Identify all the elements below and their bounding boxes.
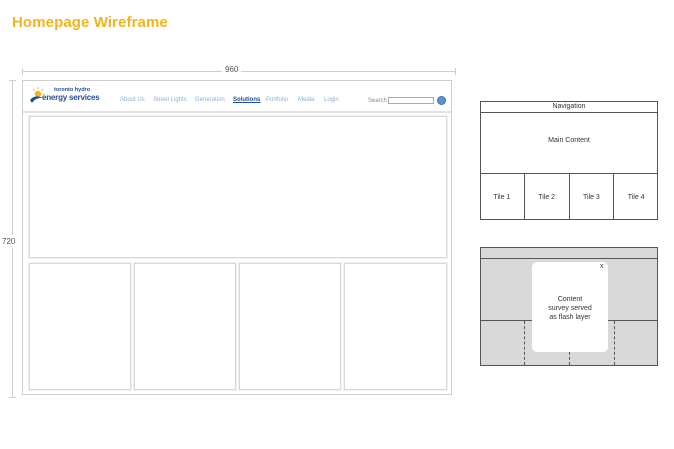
tile-panel-1	[29, 263, 131, 390]
nav-item-street-lights[interactable]: Street Lights	[153, 97, 187, 103]
legend-main-content-label: Main Content	[548, 137, 590, 144]
logo-line2: energy services	[42, 93, 100, 102]
tile-panel-4	[344, 263, 447, 390]
nav-item-portfolio[interactable]: Portfolio	[266, 97, 288, 103]
overlay-tile-divider-1	[524, 321, 525, 365]
width-dimension-label: 960	[222, 65, 242, 74]
nav-item-generation[interactable]: Generation	[195, 97, 225, 103]
legend-tiles-row: Tile 1 Tile 2 Tile 3 Tile 4	[480, 174, 658, 220]
legend-navigation-label: Navigation	[552, 103, 586, 110]
page-title: Homepage Wireframe	[12, 14, 168, 31]
overlay-divider-top	[480, 258, 658, 259]
main-content-panel	[29, 116, 447, 258]
legend-divider-top	[480, 112, 658, 113]
search-go-icon[interactable]	[437, 96, 446, 105]
nav-item-login[interactable]: Login	[324, 97, 339, 103]
overlay-tile-divider-3	[614, 321, 615, 365]
nav-item-about-us[interactable]: About Us	[120, 97, 145, 103]
nav-item-media[interactable]: Media	[298, 97, 314, 103]
survey-popup-text: Content survey served as flash layer	[548, 296, 592, 321]
legend-tile-4: Tile 4	[613, 174, 658, 220]
nav-item-solutions[interactable]: Solutions	[233, 97, 260, 103]
legend-tile-2: Tile 2	[523, 174, 569, 220]
height-dimension-label: 720	[2, 235, 16, 248]
tile-panel-2	[134, 263, 236, 390]
search-input[interactable]	[388, 97, 434, 104]
close-icon[interactable]: x	[600, 263, 604, 270]
legend-tile-1: Tile 1	[493, 193, 511, 201]
search-label: Search	[368, 98, 388, 104]
legend-tile-3: Tile 3	[568, 174, 614, 220]
tile-panel-3	[239, 263, 341, 390]
